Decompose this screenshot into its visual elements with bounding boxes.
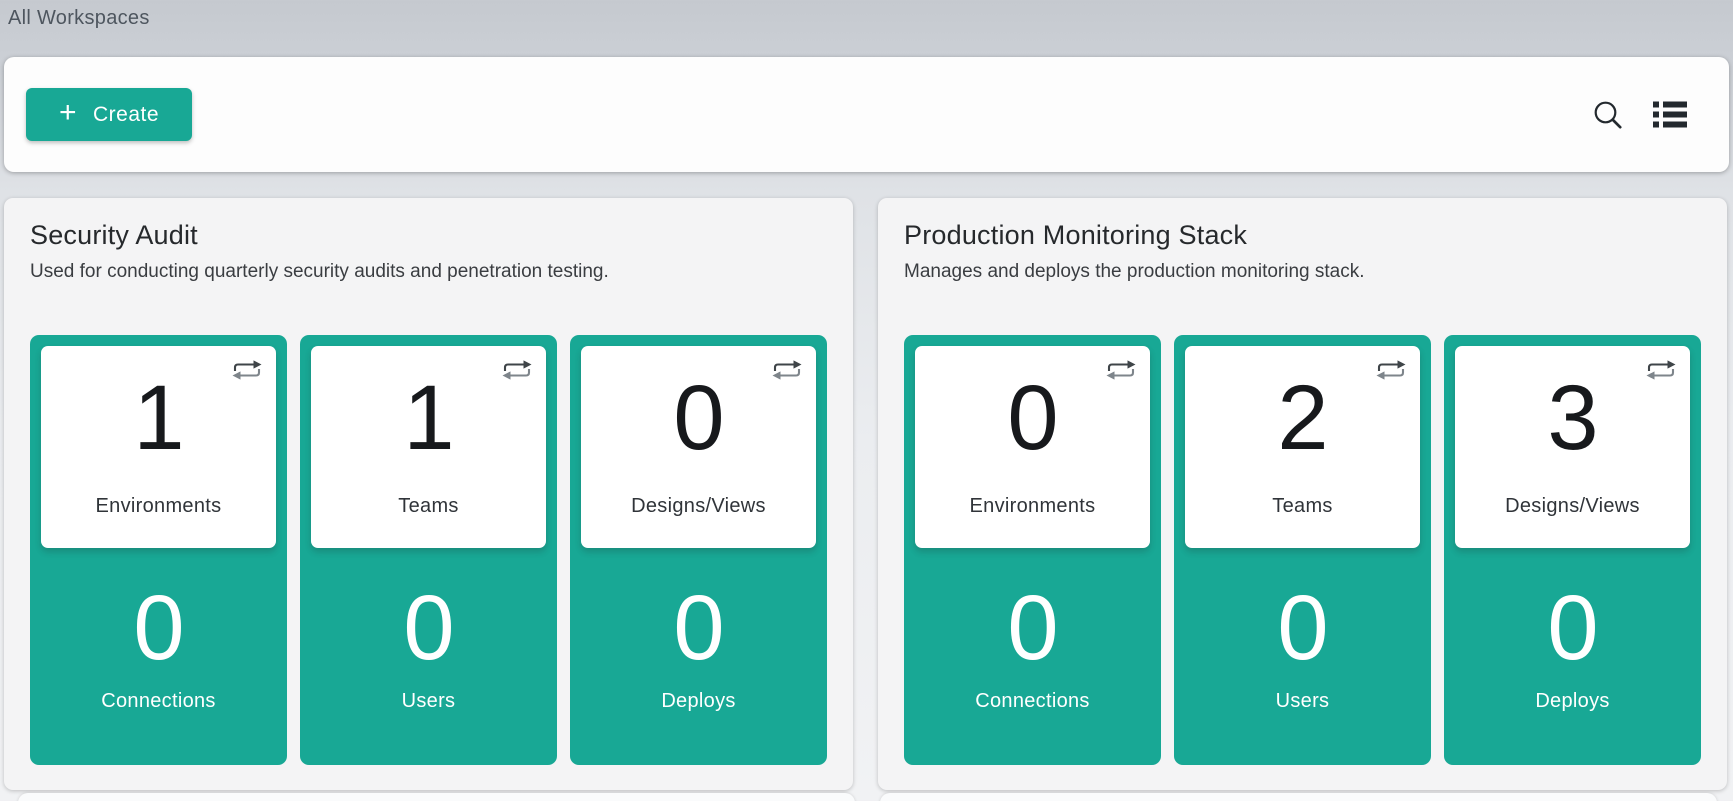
workspace-card-peek — [880, 793, 1717, 801]
workspace-grid: Security Audit Used for conducting quart… — [4, 198, 1727, 790]
stat-tile-environments[interactable]: 0 Environments 0 Connections — [904, 335, 1161, 765]
stat-value: 3 — [1547, 372, 1597, 464]
stat-tile-top: 0 Environments — [915, 346, 1150, 548]
stat-label: Designs/Views — [1505, 495, 1640, 518]
stat-tile-designs-views[interactable]: 0 Designs/Views 0 Deploys — [570, 335, 827, 765]
stat-label: Connections — [975, 690, 1089, 713]
stat-value: 0 — [1007, 372, 1057, 464]
stat-tile-top: 2 Teams — [1185, 346, 1420, 548]
workspace-description: Manages and deploys the production monit… — [904, 261, 1701, 283]
stat-tile-top: 0 Designs/Views — [581, 346, 816, 548]
stat-value: 1 — [403, 372, 453, 464]
stat-label: Connections — [101, 690, 215, 713]
stat-tile-teams[interactable]: 2 Teams 0 Users — [1174, 335, 1431, 765]
stat-value: 0 — [1007, 582, 1057, 674]
toolbar-icons — [1592, 99, 1687, 130]
stat-value: 1 — [133, 372, 183, 464]
stat-label: Teams — [1272, 495, 1332, 518]
stat-value: 0 — [1277, 582, 1327, 674]
stat-value: 0 — [673, 582, 723, 674]
stat-tile-top: 1 Teams — [311, 346, 546, 548]
list-view-icon[interactable] — [1653, 101, 1687, 128]
stat-tile-bottom: 0 Connections — [41, 548, 276, 754]
stat-label: Environments — [96, 495, 222, 518]
page-title: All Workspaces — [0, 0, 1733, 31]
swap-horizontal-icon[interactable] — [1645, 358, 1677, 385]
stat-tile-environments[interactable]: 1 Environments 0 Connections — [30, 335, 287, 765]
search-icon[interactable] — [1592, 99, 1623, 130]
workspace-title: Production Monitoring Stack — [904, 220, 1701, 251]
swap-horizontal-icon[interactable] — [501, 358, 533, 385]
stat-label: Deploys — [661, 690, 735, 713]
stat-tile-top: 3 Designs/Views — [1455, 346, 1690, 548]
swap-horizontal-icon[interactable] — [1375, 358, 1407, 385]
stat-tile-bottom: 0 Deploys — [1455, 548, 1690, 754]
stat-label: Designs/Views — [631, 495, 766, 518]
swap-horizontal-icon[interactable] — [1105, 358, 1137, 385]
workspace-card-production-monitoring-stack[interactable]: Production Monitoring Stack Manages and … — [878, 198, 1727, 790]
stat-label: Users — [1276, 690, 1330, 713]
workspace-title: Security Audit — [30, 220, 827, 251]
swap-horizontal-icon[interactable] — [231, 358, 263, 385]
stat-tile-teams[interactable]: 1 Teams 0 Users — [300, 335, 557, 765]
stat-tile-bottom: 0 Connections — [915, 548, 1150, 754]
stat-tile-bottom: 0 Deploys — [581, 548, 816, 754]
stat-tile-bottom: 0 Users — [1185, 548, 1420, 754]
workspace-card-security-audit[interactable]: Security Audit Used for conducting quart… — [4, 198, 853, 790]
stat-tiles: 0 Environments 0 Connections — [904, 335, 1701, 765]
stat-value: 0 — [673, 372, 723, 464]
stat-label: Users — [402, 690, 456, 713]
stat-tile-bottom: 0 Users — [311, 548, 546, 754]
stat-tiles: 1 Environments 0 Connections — [30, 335, 827, 765]
create-button-label: Create — [93, 103, 159, 127]
swap-horizontal-icon[interactable] — [771, 358, 803, 385]
toolbar: + Create — [4, 57, 1729, 172]
stat-tile-top: 1 Environments — [41, 346, 276, 548]
stat-value: 0 — [133, 582, 183, 674]
stat-tile-designs-views[interactable]: 3 Designs/Views 0 Deploys — [1444, 335, 1701, 765]
stat-value: 0 — [403, 582, 453, 674]
stat-label: Environments — [970, 495, 1096, 518]
plus-icon: + — [59, 98, 77, 128]
stat-label: Deploys — [1535, 690, 1609, 713]
next-row-cards-peek — [18, 793, 1717, 801]
stat-label: Teams — [398, 495, 458, 518]
create-button[interactable]: + Create — [26, 88, 192, 141]
workspace-description: Used for conducting quarterly security a… — [30, 261, 827, 283]
stat-value: 2 — [1277, 372, 1327, 464]
stat-value: 0 — [1547, 582, 1597, 674]
workspace-card-peek — [18, 793, 855, 801]
